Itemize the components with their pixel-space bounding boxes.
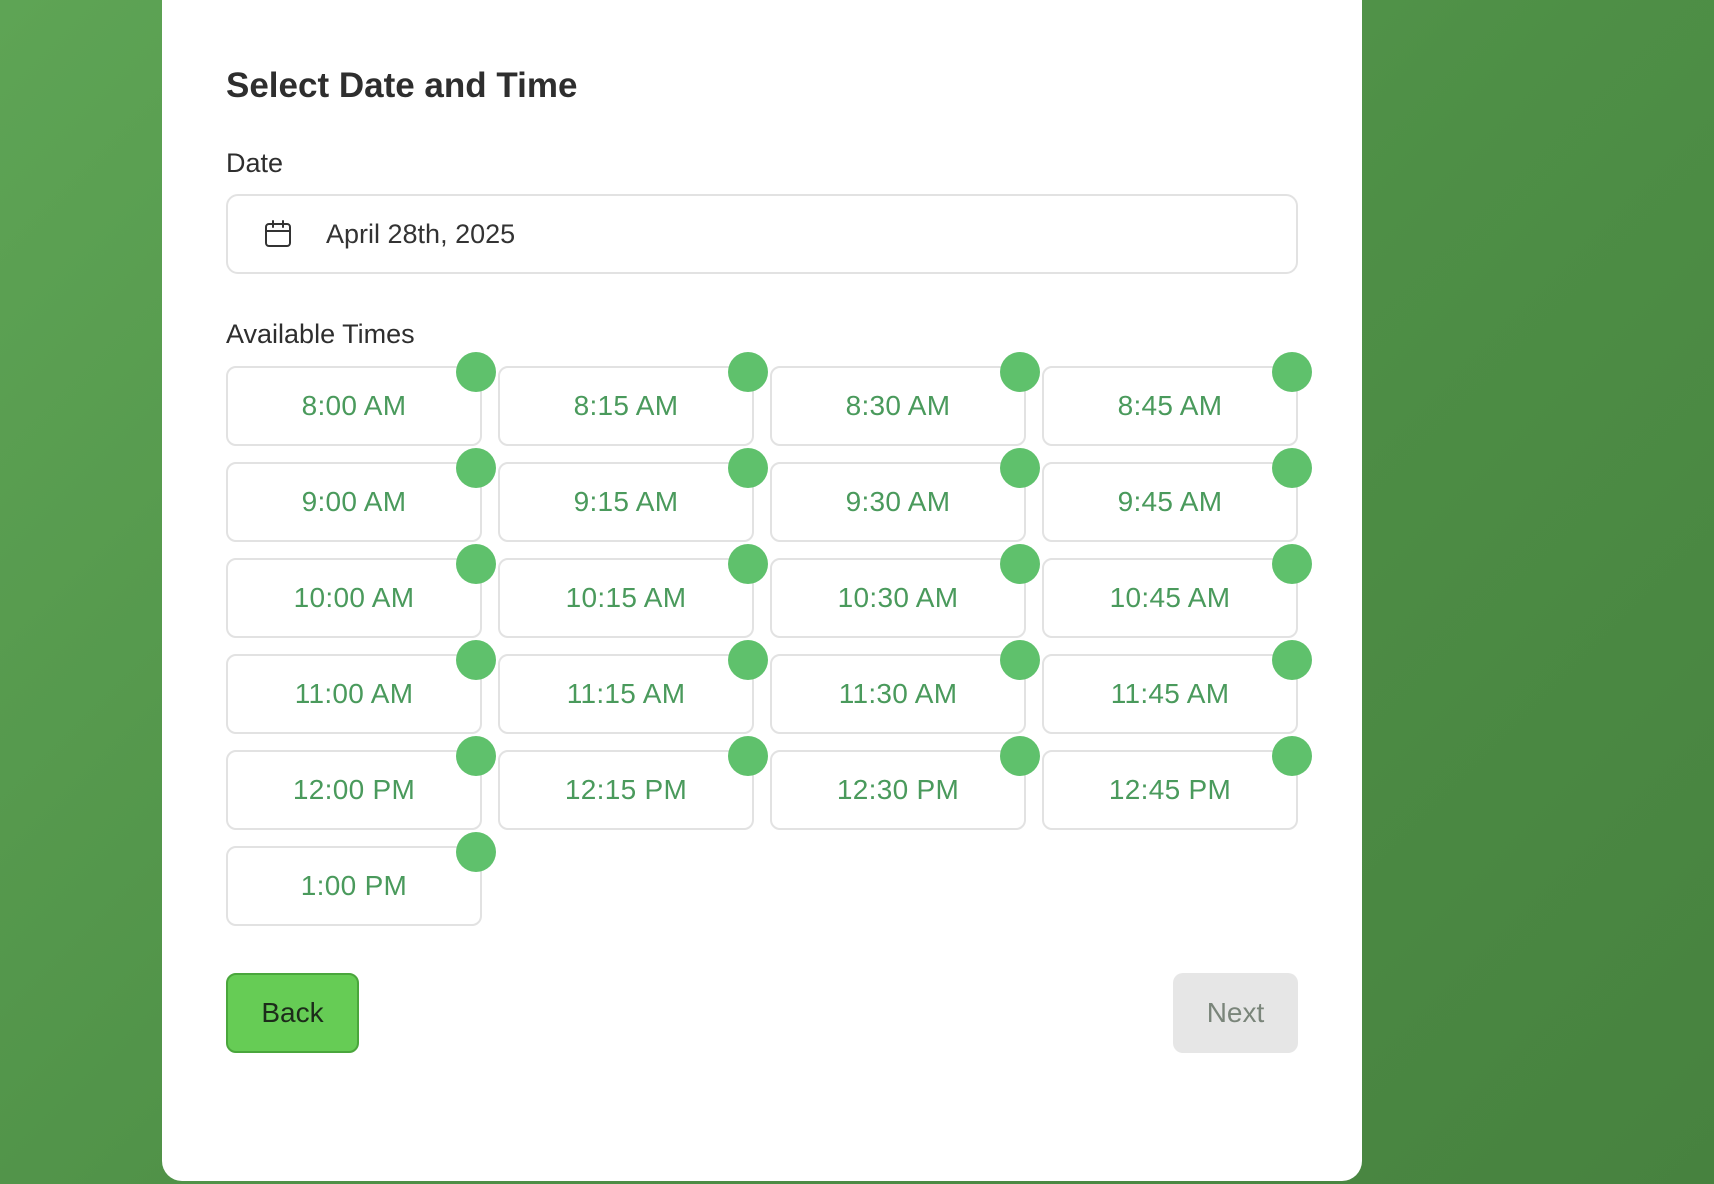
time-slot-button[interactable]: 9:15 AM xyxy=(498,448,768,542)
time-slot-label: 10:15 AM xyxy=(565,582,687,613)
time-slot-label: 8:15 AM xyxy=(573,390,679,421)
time-slot-label: 8:00 AM xyxy=(301,390,407,421)
time-slot-button[interactable]: 11:00 AM xyxy=(226,640,496,734)
availability-dot xyxy=(1000,640,1040,680)
page-title: Select Date and Time xyxy=(226,66,578,105)
time-slot-label: 12:45 PM xyxy=(1108,774,1232,805)
time-slot-button[interactable]: 10:15 AM xyxy=(498,544,768,638)
calendar-icon xyxy=(262,218,294,250)
date-picker-field[interactable]: April 28th, 2025 xyxy=(226,194,1298,274)
time-slot-label: 8:45 AM xyxy=(1117,390,1223,421)
availability-dot xyxy=(1272,544,1312,584)
time-slot-button[interactable]: 11:30 AM xyxy=(770,640,1040,734)
availability-dot xyxy=(1000,352,1040,392)
time-slot-button[interactable]: 12:15 PM xyxy=(498,736,768,830)
availability-dot xyxy=(1272,352,1312,392)
availability-dot xyxy=(728,544,768,584)
time-slot-label: 11:00 AM xyxy=(294,678,414,709)
back-button[interactable]: Back xyxy=(226,973,359,1053)
time-slot-label: 10:30 AM xyxy=(837,582,959,613)
time-slot-button[interactable]: 9:30 AM xyxy=(770,448,1040,542)
availability-dot xyxy=(728,640,768,680)
time-slot-button[interactable]: 11:15 AM xyxy=(498,640,768,734)
time-slot-label: 8:30 AM xyxy=(845,390,951,421)
time-slot-label: 11:30 AM xyxy=(838,678,958,709)
time-slot-button[interactable]: 12:45 PM xyxy=(1042,736,1312,830)
availability-dot xyxy=(1000,448,1040,488)
available-times-label: Available Times xyxy=(226,319,415,349)
time-slot-button[interactable]: 1:00 PM xyxy=(226,832,496,926)
availability-dot xyxy=(456,640,496,680)
time-slot-label: 9:30 AM xyxy=(845,486,951,517)
availability-dot xyxy=(456,448,496,488)
time-slot-button[interactable]: 10:45 AM xyxy=(1042,544,1312,638)
time-slot-label: 12:00 PM xyxy=(292,774,416,805)
time-slot-button[interactable]: 8:00 AM xyxy=(226,352,496,446)
availability-dot xyxy=(1272,736,1312,776)
time-slot-label: 10:00 AM xyxy=(293,582,415,613)
time-slot-button[interactable]: 8:45 AM xyxy=(1042,352,1312,446)
availability-dot xyxy=(1272,448,1312,488)
time-slot-button[interactable]: 8:15 AM xyxy=(498,352,768,446)
time-slot-button[interactable]: 12:00 PM xyxy=(226,736,496,830)
time-slot-label: 9:45 AM xyxy=(1117,486,1223,517)
time-slot-button[interactable]: 11:45 AM xyxy=(1042,640,1312,734)
availability-dot xyxy=(1272,640,1312,680)
availability-dot xyxy=(728,352,768,392)
time-slot-label: 9:15 AM xyxy=(573,486,679,517)
availability-dot xyxy=(728,736,768,776)
availability-dot xyxy=(456,736,496,776)
time-slot-button[interactable]: 10:00 AM xyxy=(226,544,496,638)
availability-dot xyxy=(728,448,768,488)
date-value: April 28th, 2025 xyxy=(326,218,516,249)
time-slot-label: 11:15 AM xyxy=(566,678,686,709)
time-slot-button[interactable]: 9:00 AM xyxy=(226,448,496,542)
next-button[interactable]: Next xyxy=(1173,973,1298,1053)
time-slot-button[interactable]: 10:30 AM xyxy=(770,544,1040,638)
time-slot-label: 9:00 AM xyxy=(301,486,407,517)
scheduling-card: Select Date and Time Date April 28th, 20… xyxy=(162,0,1362,1181)
time-slot-button[interactable]: 8:30 AM xyxy=(770,352,1040,446)
time-slot-label: 12:15 PM xyxy=(564,774,688,805)
availability-dot xyxy=(1000,736,1040,776)
availability-dot xyxy=(456,544,496,584)
availability-dot xyxy=(456,832,496,872)
time-slot-label: 10:45 AM xyxy=(1109,582,1231,613)
time-slot-label: 12:30 PM xyxy=(836,774,960,805)
time-slot-label: 1:00 PM xyxy=(300,870,408,901)
time-slot-label: 11:45 AM xyxy=(1110,678,1230,709)
time-slot-button[interactable]: 9:45 AM xyxy=(1042,448,1312,542)
availability-dot xyxy=(1000,544,1040,584)
availability-dot xyxy=(456,352,496,392)
date-label: Date xyxy=(226,148,284,178)
time-slot-button[interactable]: 12:30 PM xyxy=(770,736,1040,830)
